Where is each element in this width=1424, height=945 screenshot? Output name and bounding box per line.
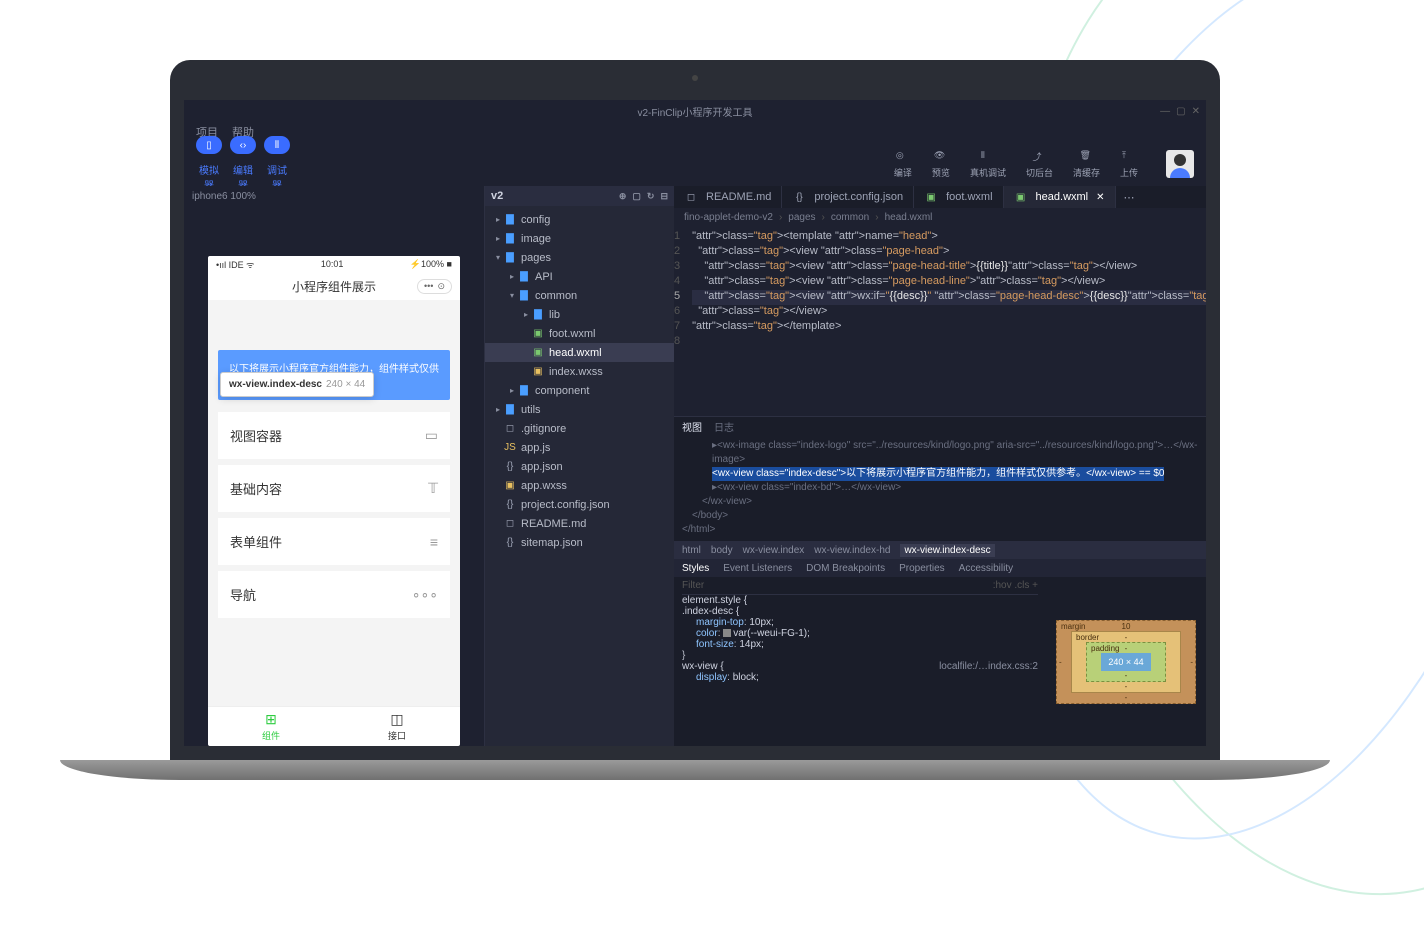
nav-title: 小程序组件展示 bbox=[292, 278, 376, 295]
status-battery: ⚡100% ■ bbox=[410, 259, 452, 270]
file-tree-item[interactable]: ▸▇image bbox=[485, 229, 674, 248]
breadcrumb: fino-applet-demo-v2›pages›common›head.wx… bbox=[674, 208, 1206, 226]
dom-crumb[interactable]: wx-view.index bbox=[743, 545, 805, 556]
mode-debugger-button[interactable]: ⫴ bbox=[264, 136, 290, 154]
refresh-icon[interactable]: ↻ bbox=[647, 191, 655, 202]
tabbar-item[interactable]: ⊞组件 bbox=[208, 707, 334, 746]
editor-tab[interactable]: {}project.config.json bbox=[782, 186, 914, 208]
file-tree-item[interactable]: ◻README.md bbox=[485, 514, 674, 533]
box-model: margin 10 - - - border - bbox=[1046, 577, 1206, 746]
toolbar-action-button[interactable]: ◎编译 bbox=[894, 150, 912, 179]
code-editor[interactable]: 12345678 "attr">class="tag"><template "a… bbox=[674, 226, 1206, 416]
inspector-tooltip: wx-view.index-desc240 × 44 bbox=[220, 372, 374, 397]
new-folder-icon[interactable]: ▢ bbox=[632, 191, 641, 202]
window-title: v2-FinClip小程序开发工具 bbox=[637, 104, 752, 119]
capsule-menu[interactable]: •••⊙ bbox=[417, 279, 452, 294]
editor-tab[interactable]: ▣head.wxml✕ bbox=[1004, 186, 1116, 208]
tabbar-item[interactable]: ◫接口 bbox=[334, 707, 460, 746]
file-tree-item[interactable]: JSapp.js bbox=[485, 438, 674, 457]
file-tree-item[interactable]: {}app.json bbox=[485, 457, 674, 476]
editor-tab[interactable]: ▣foot.wxml bbox=[914, 186, 1003, 208]
explorer-root: v2 bbox=[491, 190, 503, 202]
styles-subtab[interactable]: Accessibility bbox=[959, 563, 1013, 574]
mode-editor-button[interactable]: ‹› bbox=[230, 136, 256, 154]
minimize-icon[interactable]: — bbox=[1160, 106, 1170, 117]
dom-crumb[interactable]: wx-view.index-desc bbox=[900, 544, 994, 557]
tab-overflow-button[interactable]: ⋯ bbox=[1116, 186, 1143, 208]
editor-tab[interactable]: ◻README.md bbox=[674, 186, 782, 208]
toolbar-action-button[interactable]: 👁预览 bbox=[932, 150, 950, 179]
breadcrumb-segment[interactable]: pages bbox=[788, 212, 815, 223]
file-tree-item[interactable]: ◻.gitignore bbox=[485, 419, 674, 438]
ide-window: v2-FinClip小程序开发工具 — ▢ ✕ 项目 帮助 ▯ ‹› ⫴ bbox=[184, 100, 1206, 746]
file-tree-item[interactable]: ▣index.wxss bbox=[485, 362, 674, 381]
breadcrumb-segment[interactable]: head.wxml bbox=[885, 212, 933, 223]
status-signal: •ııl IDE ᯤ bbox=[216, 258, 254, 271]
file-tree-item[interactable]: ▣head.wxml bbox=[485, 343, 674, 362]
file-tree-item[interactable]: ▸▇API bbox=[485, 267, 674, 286]
file-tree-item[interactable]: ▸▇lib bbox=[485, 305, 674, 324]
styles-pane[interactable]: Filter :hov .cls + element.style {.index… bbox=[674, 577, 1046, 746]
list-item[interactable]: 表单组件≡ bbox=[218, 518, 450, 565]
maximize-icon[interactable]: ▢ bbox=[1176, 106, 1185, 117]
breadcrumb-segment[interactable]: fino-applet-demo-v2 bbox=[684, 212, 773, 223]
file-tree-item[interactable]: ▾▇common bbox=[485, 286, 674, 305]
styles-subtab[interactable]: Event Listeners bbox=[723, 563, 792, 574]
breadcrumb-segment[interactable]: common bbox=[831, 212, 869, 223]
devtools-panel: 视图 日志 ▸<wx-image class="index-logo" src=… bbox=[674, 416, 1206, 746]
file-tree-item[interactable]: ▸▇config bbox=[485, 210, 674, 229]
file-tree-item[interactable]: ▸▇utils bbox=[485, 400, 674, 419]
status-time: 10:01 bbox=[321, 259, 344, 269]
phone-frame: •ııl IDE ᯤ 10:01 ⚡100% ■ 小程序组件展示 •••⊙ wx… bbox=[208, 256, 460, 746]
toolbar: ▯ ‹› ⫴ 模拟器 编辑器 调试器 ◎编译👁预览⫴真机调试⤴切后台🗑清缓存⤒上… bbox=[184, 142, 1206, 186]
styles-subtab[interactable]: DOM Breakpoints bbox=[806, 563, 885, 574]
dom-breadcrumb: html body wx-view.index wx-view.index-hd wx-… bbox=[674, 541, 1206, 559]
simulator-panel: iphone6 100% •ııl IDE ᯤ 10:01 ⚡100% ■ 小程… bbox=[184, 186, 484, 746]
new-file-icon[interactable]: ⊕ bbox=[619, 191, 627, 202]
toolbar-action-button[interactable]: ⤒上传 bbox=[1120, 150, 1138, 179]
devtools-tab-elements[interactable]: 视图 bbox=[682, 419, 702, 434]
file-tree-item[interactable]: {}sitemap.json bbox=[485, 533, 674, 552]
devtools-tab-console[interactable]: 日志 bbox=[714, 419, 734, 434]
file-explorer: v2 ⊕ ▢ ↻ ⊟ ▸▇config▸▇image▾▇pages▸▇API▾▇… bbox=[484, 186, 674, 746]
file-tree-item[interactable]: ▸▇component bbox=[485, 381, 674, 400]
list-item[interactable]: 基础内容𝕋 bbox=[218, 465, 450, 512]
close-icon[interactable]: ✕ bbox=[1192, 106, 1200, 117]
camera-dot bbox=[692, 75, 698, 81]
styles-subtab[interactable]: Properties bbox=[899, 563, 945, 574]
toolbar-action-button[interactable]: 🗑清缓存 bbox=[1073, 150, 1100, 179]
file-tree-item[interactable]: ▣foot.wxml bbox=[485, 324, 674, 343]
styles-filter-tools[interactable]: :hov .cls + bbox=[993, 580, 1038, 591]
toolbar-action-button[interactable]: ⤴切后台 bbox=[1026, 150, 1053, 179]
avatar[interactable] bbox=[1166, 150, 1194, 178]
dom-crumb[interactable]: html bbox=[682, 545, 701, 556]
list-item[interactable]: 导航∘∘∘ bbox=[218, 571, 450, 618]
styles-filter-input[interactable]: Filter bbox=[682, 580, 704, 591]
laptop-frame: v2-FinClip小程序开发工具 — ▢ ✕ 项目 帮助 ▯ ‹› ⫴ bbox=[170, 60, 1220, 780]
list-item[interactable]: 视图容器▭ bbox=[218, 412, 450, 459]
file-tree-item[interactable]: {}project.config.json bbox=[485, 495, 674, 514]
mode-simulator-button[interactable]: ▯ bbox=[196, 136, 222, 154]
simulator-device-info: iphone6 100% bbox=[184, 186, 484, 206]
dom-crumb[interactable]: body bbox=[711, 545, 733, 556]
dom-crumb[interactable]: wx-view.index-hd bbox=[814, 545, 890, 556]
titlebar: v2-FinClip小程序开发工具 — ▢ ✕ bbox=[184, 100, 1206, 122]
collapse-icon[interactable]: ⊟ bbox=[660, 191, 668, 202]
styles-subtab[interactable]: Styles bbox=[682, 563, 709, 574]
editor-area: ◻README.md{}project.config.json▣foot.wxm… bbox=[674, 186, 1206, 746]
menubar: 项目 帮助 bbox=[184, 122, 1206, 142]
dom-tree[interactable]: ▸<wx-image class="index-logo" src="../re… bbox=[674, 435, 1206, 541]
toolbar-action-button[interactable]: ⫴真机调试 bbox=[970, 150, 1006, 179]
laptop-base bbox=[60, 760, 1330, 780]
file-tree-item[interactable]: ▣app.wxss bbox=[485, 476, 674, 495]
file-tree-item[interactable]: ▾▇pages bbox=[485, 248, 674, 267]
